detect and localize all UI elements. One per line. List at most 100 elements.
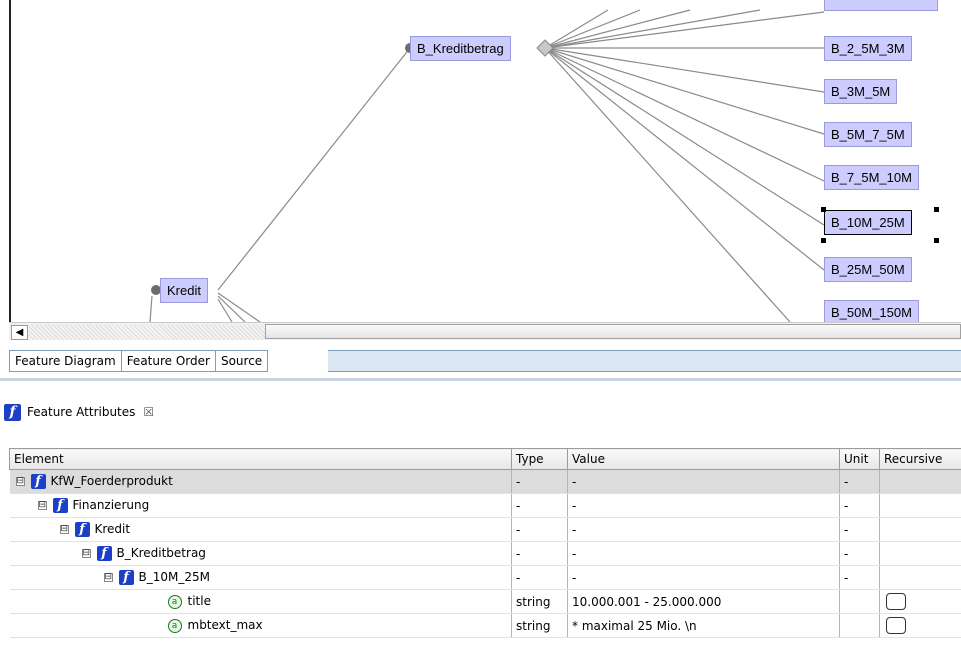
unit-cell[interactable] [839, 613, 880, 638]
column-header-recursive[interactable]: Recursive [879, 448, 961, 470]
feature-node-kredit[interactable]: Kredit [160, 278, 208, 303]
recursive-cell [879, 613, 961, 638]
unit-cell[interactable]: - [839, 517, 880, 542]
unit-cell[interactable]: - [839, 565, 880, 590]
tab-source[interactable]: Source [215, 350, 269, 372]
column-header-unit[interactable]: Unit [839, 448, 880, 470]
element-name: KfW_Foerderprodukt [50, 474, 173, 488]
value-cell[interactable]: - [567, 469, 840, 494]
f-icon: f [4, 403, 21, 421]
tab-bar-filler [328, 350, 961, 372]
unit-cell[interactable]: - [839, 541, 880, 566]
f-icon: f [74, 522, 90, 537]
type-cell: - [511, 469, 568, 494]
column-header-element[interactable]: Element [9, 448, 512, 470]
table-row[interactable]: a title string 10.000.001 - 25.000.000 [9, 589, 961, 614]
value-cell[interactable]: - [567, 517, 840, 542]
column-header-value[interactable]: Value [567, 448, 840, 470]
attribute-name: title [187, 594, 211, 609]
selection-handle-tl[interactable] [821, 207, 826, 212]
feature-attributes-table: Element Type Value Unit Recursive ⊟ f KfW_… [9, 448, 961, 655]
collapse-icon[interactable]: ⊟ [37, 501, 47, 510]
element-cell: a title [9, 589, 512, 614]
element-name: Kredit [94, 522, 131, 536]
view-separator [0, 378, 961, 381]
f-icon: f [52, 498, 68, 513]
editor-tab-bar: Feature Diagram Feature Order Source [0, 340, 961, 376]
f-icon: f [118, 570, 134, 585]
unit-cell[interactable]: - [839, 493, 880, 518]
feature-node-b-25m-50m[interactable]: B_25M_50M [824, 257, 912, 282]
type-cell: string [511, 613, 568, 638]
scrollbar-thumb[interactable] [265, 324, 961, 339]
collapse-icon[interactable]: ⊟ [81, 549, 91, 558]
element-cell: ⊟ f Finanzierung [9, 493, 512, 518]
element-cell: ⊟ f KfW_Foerderprodukt [9, 469, 512, 494]
recursive-checkbox[interactable] [886, 617, 906, 634]
f-icon: f [30, 474, 46, 489]
type-cell: - [511, 541, 568, 566]
feature-node-b-3m-5m[interactable]: B_3M_5M [824, 79, 898, 104]
type-cell: - [511, 493, 568, 518]
value-cell[interactable]: 10.000.001 - 25.000.000 [567, 589, 840, 614]
recursive-checkbox[interactable] [886, 593, 906, 610]
recursive-cell [879, 565, 961, 590]
element-cell: ⊟ f Kredit [9, 517, 512, 542]
selection-handle-bl[interactable] [821, 238, 826, 243]
table-row[interactable]: ⊟ f Kredit - - - [9, 517, 961, 542]
feature-node-b-50m-150m[interactable]: B_50M_150M [824, 300, 919, 322]
element-name: Finanzierung [72, 498, 150, 512]
value-cell[interactable]: - [567, 565, 840, 590]
feature-node-b-kreditbetrag[interactable]: B_Kreditbetrag [410, 36, 511, 61]
tab-feature-attributes[interactable]: f Feature Attributes ☒ [4, 395, 204, 429]
feature-node-b-5m-7-5m[interactable]: B_5M_7_5M [824, 122, 912, 147]
table-row[interactable]: ⊟ f Finanzierung - - - [9, 493, 961, 518]
attribute-icon: a [167, 594, 182, 609]
recursive-cell [879, 589, 961, 614]
selection-handle-br[interactable] [934, 238, 939, 243]
collapse-icon[interactable]: ⊟ [103, 573, 113, 582]
view-title: Feature Attributes [27, 405, 136, 419]
type-cell: - [511, 565, 568, 590]
table-header-row: Element Type Value Unit Recursive [9, 448, 961, 470]
collapse-icon[interactable]: ⊟ [59, 525, 69, 534]
tab-feature-order[interactable]: Feature Order [121, 350, 216, 372]
element-cell: ⊟ f B_Kreditbetrag [9, 541, 512, 566]
element-name: B_Kreditbetrag [116, 546, 206, 560]
feature-attributes-view-header: f Feature Attributes ☒ [0, 395, 961, 429]
element-cell: ⊟ f B_10M_25M [9, 565, 512, 590]
value-cell[interactable]: - [567, 493, 840, 518]
scrollbar-track[interactable] [29, 325, 265, 340]
selection-handle-tr[interactable] [934, 207, 939, 212]
collapse-icon[interactable]: ⊟ [15, 477, 25, 486]
unit-cell[interactable] [839, 589, 880, 614]
feature-node-b-10m-25m[interactable]: B_10M_25M [824, 210, 912, 235]
editor-left-border [9, 0, 11, 340]
type-cell: - [511, 517, 568, 542]
feature-node-cut-top[interactable] [824, 0, 938, 11]
table-row[interactable]: ⊟ f KfW_Foerderprodukt - - - [9, 469, 961, 494]
close-icon[interactable]: ☒ [143, 405, 154, 419]
type-cell: string [511, 589, 568, 614]
scroll-left-arrow-icon[interactable]: ◀ [11, 325, 28, 340]
column-header-type[interactable]: Type [511, 448, 568, 470]
recursive-cell [879, 541, 961, 566]
feature-node-b-2-5m-3m[interactable]: B_2_5M_3M [824, 36, 912, 61]
recursive-cell [879, 493, 961, 518]
table-row[interactable]: a mbtext_max string * maximal 25 Mio. \n [9, 613, 961, 638]
table-row[interactable]: ⊟ f B_10M_25M - - - [9, 565, 961, 590]
value-cell[interactable]: - [567, 541, 840, 566]
element-name: B_10M_25M [138, 570, 210, 584]
unit-cell[interactable]: - [839, 469, 880, 494]
recursive-cell [879, 469, 961, 494]
tab-feature-diagram[interactable]: Feature Diagram [9, 350, 122, 372]
value-cell[interactable]: * maximal 25 Mio. \n [567, 613, 840, 638]
element-cell: a mbtext_max [9, 613, 512, 638]
feature-node-b-7-5m-10m[interactable]: B_7_5M_10M [824, 165, 919, 190]
attribute-name: mbtext_max [187, 618, 263, 633]
feature-diagram-canvas[interactable]: B_Kreditbetrag Kredit B_2_5M_3M B_3M_5M … [0, 0, 961, 322]
horizontal-scrollbar[interactable]: ◀ [9, 322, 961, 342]
recursive-cell [879, 517, 961, 542]
attribute-icon: a [167, 618, 182, 633]
table-row[interactable]: ⊟ f B_Kreditbetrag - - - [9, 541, 961, 566]
